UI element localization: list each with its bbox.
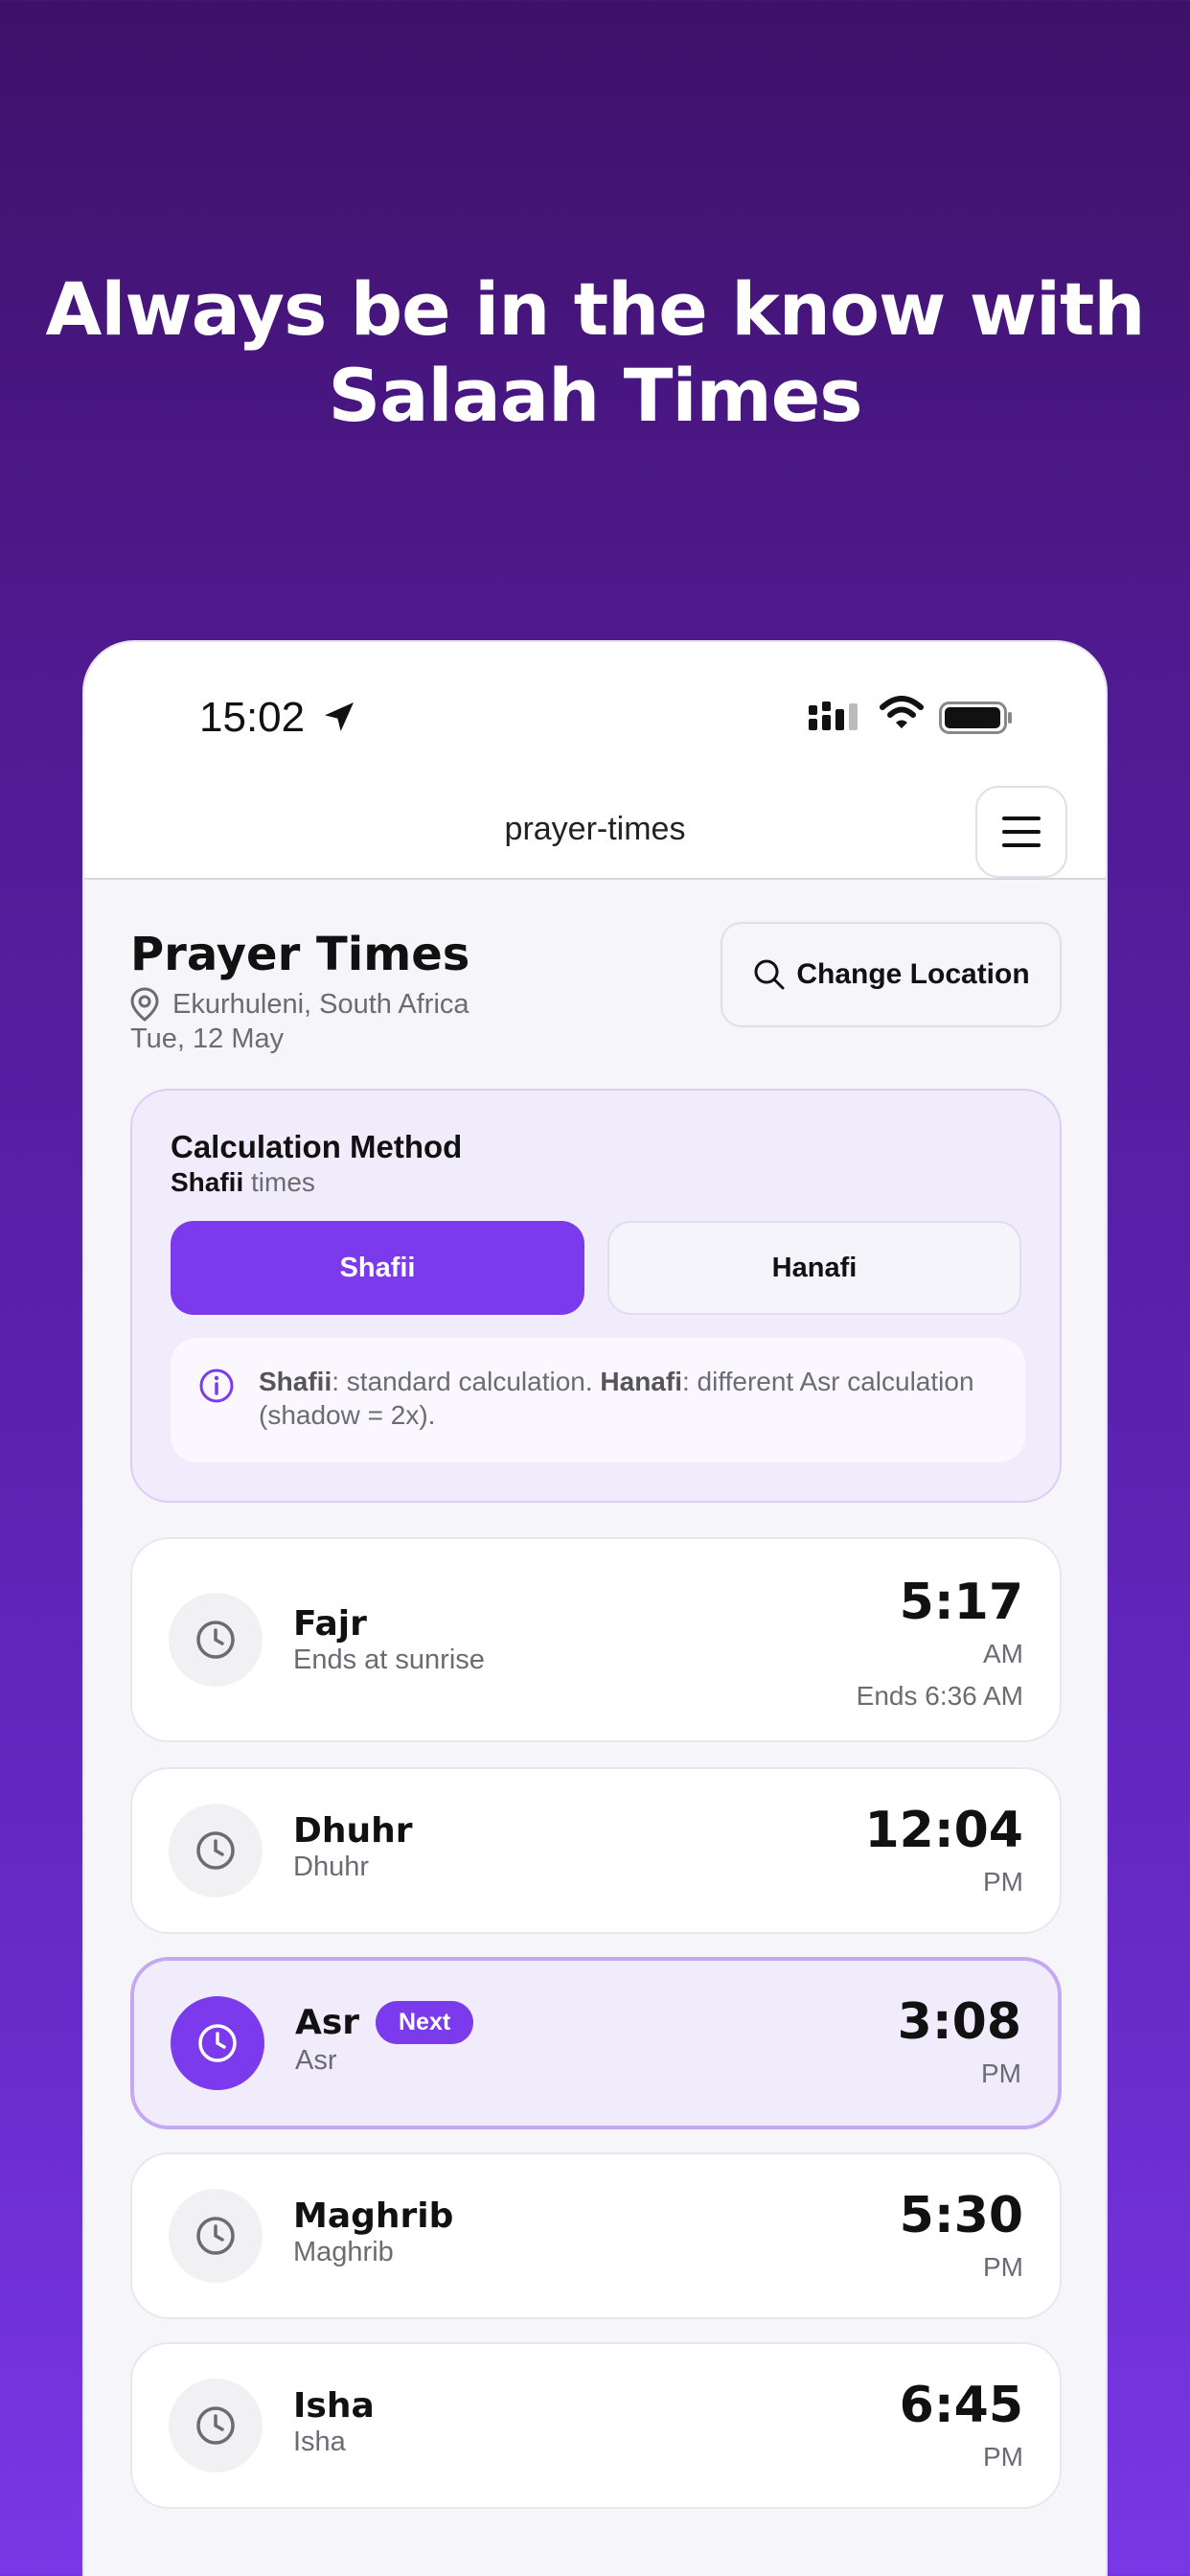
calculation-method-card: Calculation Method Shafii times Shafii H… xyxy=(130,1089,1062,1503)
prayer-card-fajr[interactable]: Fajr Ends at sunrise 5:17 AM Ends 6:36 A… xyxy=(130,1537,1062,1742)
clock-icon-container xyxy=(169,2189,263,2283)
prayer-ampm: PM xyxy=(983,1867,1023,1897)
headline-line-2: Salaah Times xyxy=(328,353,862,438)
calculation-title: Calculation Method xyxy=(171,1129,463,1164)
prayer-subtitle: Dhuhr xyxy=(293,1852,369,1882)
status-bar: 15:02 xyxy=(84,642,1106,786)
calculation-suffix: times xyxy=(251,1167,315,1197)
clock-icon xyxy=(196,1621,235,1659)
prayer-subtitle: Asr xyxy=(295,2045,337,2076)
promo-headline: Always be in the know with Salaah Times xyxy=(0,266,1190,439)
headline-line-1: Always be in the know with xyxy=(45,266,1146,352)
clock-icon xyxy=(196,2406,235,2445)
prayer-subtitle: Isha xyxy=(293,2426,346,2457)
prayer-time: 12:04 xyxy=(864,1802,1023,1859)
clock-icon-container xyxy=(171,1996,264,2090)
date-text: Tue, 12 May xyxy=(130,1024,285,1054)
prayer-time: 5:17 xyxy=(899,1574,1023,1631)
prayer-ends: Ends 6:36 AM xyxy=(856,1681,1023,1711)
clock-icon-container xyxy=(169,1593,263,1687)
prayer-name: Dhuhr xyxy=(293,1811,413,1851)
prayer-time: 5:30 xyxy=(899,2187,1023,2244)
prayer-subtitle: Maghrib xyxy=(293,2237,394,2267)
prayer-time: 6:45 xyxy=(899,2377,1023,2434)
calculation-selected: Shafii xyxy=(171,1167,244,1197)
location-row: Ekurhuleni, South Africa xyxy=(130,987,469,1022)
search-icon xyxy=(754,959,785,990)
shafii-option-button[interactable]: Shafii xyxy=(171,1221,584,1315)
info-term-hanafi: Hanafi xyxy=(600,1367,682,1396)
nav-bar: prayer-times xyxy=(84,786,1106,880)
prayer-card-isha[interactable]: Isha Isha 6:45 PM xyxy=(130,2342,1062,2509)
info-term-shafii: Shafii xyxy=(259,1367,332,1396)
clock-icon xyxy=(198,2024,237,2062)
location-text: Ekurhuleni, South Africa xyxy=(172,988,469,1020)
phone-screen: 15:02 prayer-times Prayer Times Ekurhule… xyxy=(82,640,1108,2576)
prayer-ampm: PM xyxy=(983,2252,1023,2282)
info-text-1: : standard calculation. xyxy=(332,1367,601,1396)
prayer-time: 3:08 xyxy=(897,1993,1021,2051)
location-arrow-icon xyxy=(325,702,354,731)
prayer-card-asr[interactable]: Asr Next Asr 3:08 PM xyxy=(130,1957,1062,2129)
battery-icon xyxy=(939,702,1012,734)
calculation-info-box: Shafii: standard calculation. Hanafi: di… xyxy=(171,1338,1025,1462)
clock-icon-container xyxy=(169,1804,263,1898)
calculation-subtitle: Shafii times xyxy=(171,1167,315,1198)
hamburger-menu-icon xyxy=(1002,816,1041,847)
info-icon xyxy=(199,1368,234,1403)
menu-button[interactable] xyxy=(975,786,1067,878)
wifi-icon xyxy=(880,696,924,728)
prayer-subtitle: Ends at sunrise xyxy=(293,1644,485,1675)
calculation-info-text: Shafii: standard calculation. Hanafi: di… xyxy=(259,1365,987,1432)
prayer-ampm: PM xyxy=(983,2442,1023,2472)
change-location-button[interactable]: Change Location xyxy=(721,922,1062,1027)
clock-icon-container xyxy=(169,2379,263,2472)
prayer-name: Maghrib xyxy=(293,2196,454,2236)
status-time: 15:02 xyxy=(199,694,306,741)
prayer-name: Asr xyxy=(295,2003,360,2042)
main-content: Prayer Times Ekurhuleni, South Africa Tu… xyxy=(84,880,1106,2576)
nav-title: prayer-times xyxy=(504,811,686,847)
clock-icon xyxy=(196,1831,235,1870)
signal-icon xyxy=(809,702,858,730)
prayer-name: Isha xyxy=(293,2386,375,2426)
prayer-card-maghrib[interactable]: Maghrib Maghrib 5:30 PM xyxy=(130,2152,1062,2319)
next-badge: Next xyxy=(376,2001,474,2044)
prayer-name: Fajr xyxy=(293,1604,367,1644)
change-location-label: Change Location xyxy=(796,958,1030,990)
hanafi-option-button[interactable]: Hanafi xyxy=(607,1221,1021,1315)
page-title: Prayer Times xyxy=(130,928,470,981)
prayer-ampm: AM xyxy=(983,1639,1023,1668)
prayer-card-dhuhr[interactable]: Dhuhr Dhuhr 12:04 PM xyxy=(130,1767,1062,1934)
map-pin-icon xyxy=(130,987,159,1022)
clock-icon xyxy=(196,2217,235,2255)
prayer-ampm: PM xyxy=(981,2058,1021,2088)
